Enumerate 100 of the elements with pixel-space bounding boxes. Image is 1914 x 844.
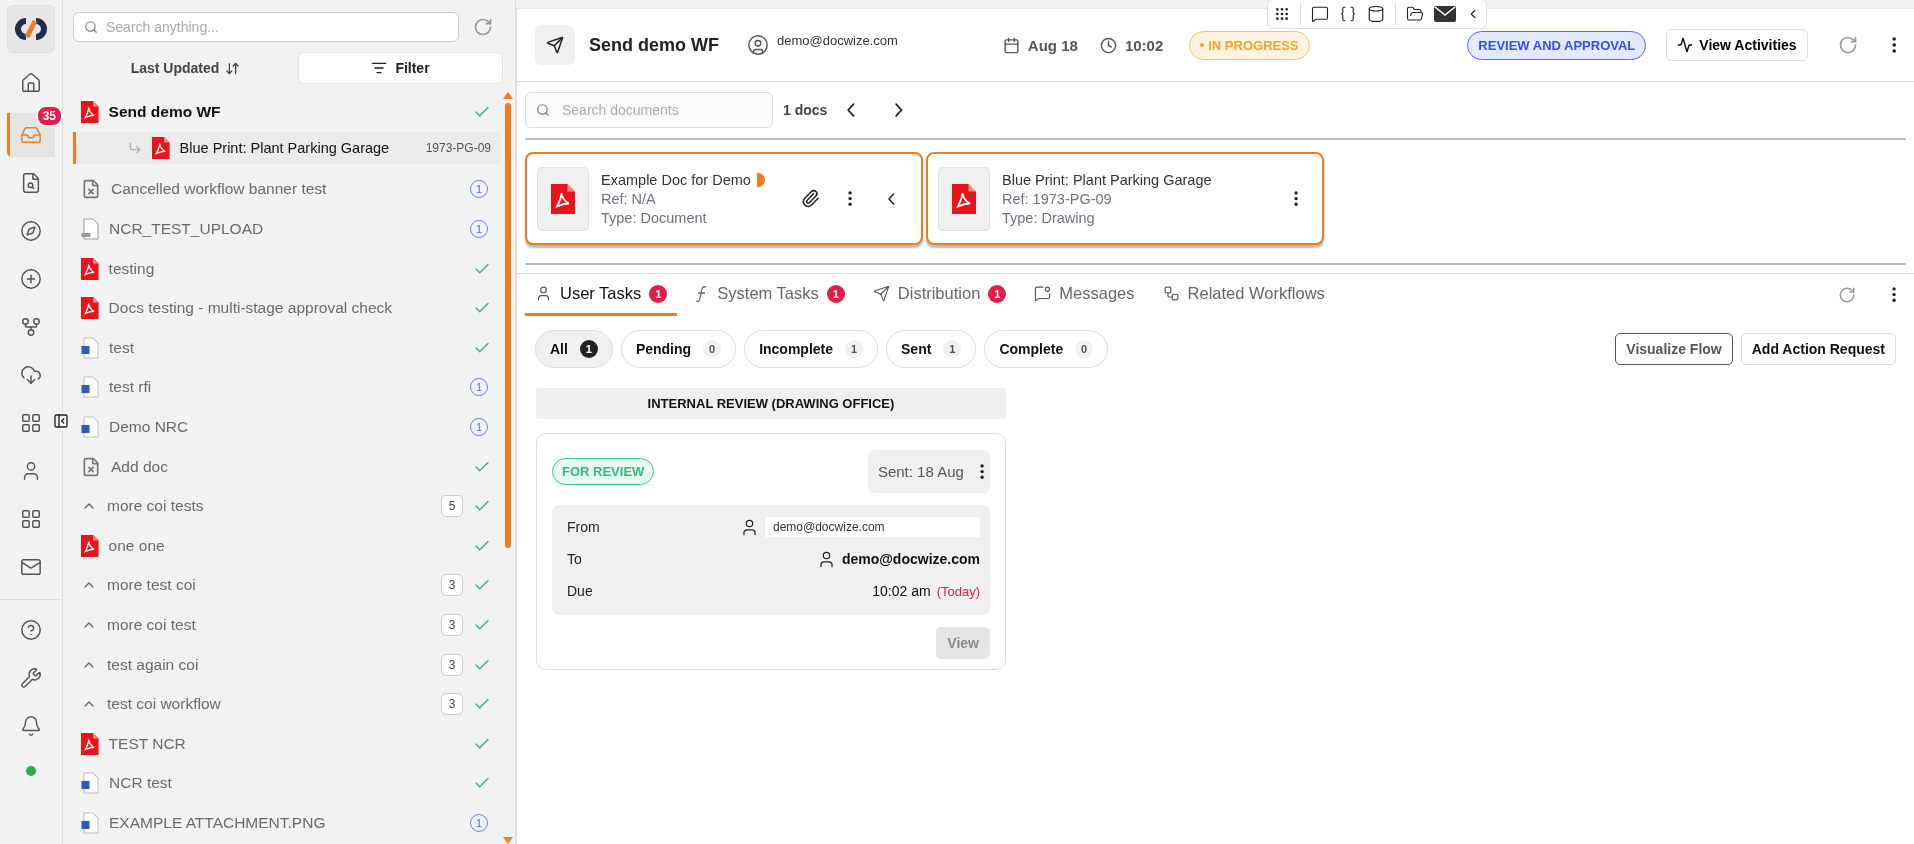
workflow-list-item[interactable]: Send demo WF — [73, 92, 501, 132]
mail-icon[interactable] — [1434, 5, 1456, 23]
nav-button[interactable]: 35 — [7, 105, 63, 157]
workflow-list-item[interactable]: EXAMPLE ATTACHMENT.PNG 1 — [73, 803, 501, 843]
sort-button[interactable]: Last Updated — [73, 59, 298, 77]
workflow-title: Demo NRC — [109, 417, 190, 436]
collapse-panel-button[interactable] — [53, 412, 69, 430]
workflow-list-item[interactable]: TEST NCR — [73, 723, 501, 764]
detail-label: From — [567, 519, 601, 535]
document-card[interactable]: Blue Print: Plant Parking Garage Ref: 1973-PG-09 Type: Drawing — [926, 152, 1324, 245]
notification-badge: 35 — [35, 105, 63, 127]
workflow-list-item[interactable]: one one — [73, 525, 501, 566]
workflow-list-item[interactable]: test again coi 3 — [73, 644, 501, 685]
view-activities-button[interactable]: View Activities — [1666, 29, 1808, 61]
more-icon — [1891, 287, 1896, 303]
app-logo[interactable] — [7, 5, 55, 53]
more-options-button[interactable] — [848, 190, 853, 207]
workflow-title: more coi tests — [107, 497, 205, 516]
pdf-file-icon — [81, 534, 99, 557]
tab[interactable]: System Tasks 1 — [685, 274, 855, 316]
count-badge: 5 — [441, 495, 463, 518]
grip-icon[interactable] — [1274, 6, 1290, 22]
workflow-title: EXAMPLE ATTACHMENT.PNG — [109, 813, 327, 832]
grid-icon — [20, 508, 42, 530]
document-card[interactable]: Example Doc for Demo Ref: N/A Type: Document — [525, 152, 923, 245]
user-email: demo@docwize.com — [777, 32, 898, 48]
workflow-list-item[interactable]: Add doc — [73, 446, 501, 487]
count-badge: 3 — [441, 574, 463, 597]
visualize-flow-button[interactable]: Visualize Flow — [1615, 333, 1733, 365]
document-type: Type: Document — [601, 209, 708, 226]
workflow-list-item[interactable]: more coi test 3 — [73, 605, 501, 645]
filter-chip[interactable]: All 1 — [535, 330, 613, 368]
workflow-list-item[interactable]: Docs testing - multi-stage approval check — [73, 288, 501, 328]
tab[interactable]: User Tasks 1 — [525, 274, 678, 316]
workflow-list-item[interactable]: NCR test — [73, 763, 501, 804]
search-field[interactable]: Search anything... — [73, 12, 459, 42]
word-file-icon — [81, 336, 99, 359]
cylinder-icon[interactable] — [1367, 5, 1385, 23]
stage-pill: REVIEW AND APPROVAL — [1467, 30, 1647, 60]
pdf-file-icon — [81, 732, 99, 755]
folder-icon[interactable] — [1406, 5, 1424, 23]
detail-label: To — [567, 551, 583, 567]
due-note: (Today) — [936, 583, 980, 599]
workflow-list-item[interactable]: test rfi 1 — [73, 367, 501, 408]
refresh-button[interactable] — [473, 17, 493, 37]
filter-chip[interactable]: Sent 1 — [886, 330, 977, 368]
tab[interactable]: Related Workflows — [1152, 274, 1335, 316]
sort-icon — [225, 60, 241, 76]
help-icon — [20, 619, 42, 641]
workflow-title: Add doc — [111, 457, 169, 476]
collapse-button[interactable] — [888, 192, 895, 205]
status-pill: FOR REVIEW — [552, 458, 655, 485]
person-icon — [740, 517, 759, 537]
previous-button[interactable] — [847, 103, 856, 117]
more-options-button[interactable] — [979, 463, 984, 480]
workflow-list-item[interactable]: more test coi 3 — [73, 565, 501, 606]
action-request-button[interactable]: Add Action Request — [1740, 333, 1896, 365]
filter-chip[interactable]: Incomplete 1 — [744, 330, 879, 368]
file-search-icon — [20, 172, 42, 194]
refresh-button[interactable] — [1837, 35, 1858, 55]
attachment-button[interactable] — [801, 189, 821, 208]
workflow-list-item[interactable]: Cancelled workflow banner test 1 — [73, 169, 501, 210]
document-search-field[interactable]: Search documents — [525, 92, 773, 128]
status-pill: IN PROGRESS — [1189, 30, 1310, 60]
braces-icon[interactable] — [1339, 5, 1357, 23]
workflow-list-item[interactable]: test — [73, 327, 501, 368]
more-icon — [848, 190, 853, 207]
message-icon — [1034, 285, 1052, 302]
filter-chip[interactable]: Complete 0 — [984, 330, 1109, 368]
workflow-list-item[interactable]: NCR_TEST_UPLOAD 1 — [73, 209, 501, 249]
filter-chip[interactable]: Pending 0 — [620, 330, 737, 368]
workflow-list-item[interactable]: Demo NRC 1 — [73, 407, 501, 447]
more-options-button[interactable] — [1891, 37, 1896, 53]
document-list-item[interactable]: Blue Print: Plant Parking Garage 1973-PG-09 — [73, 131, 501, 164]
more-options-button[interactable] — [1293, 190, 1298, 207]
chevron-left-icon — [888, 192, 895, 205]
workflow-list-item[interactable]: test coi workflow 3 — [73, 684, 501, 724]
comment-icon[interactable] — [1311, 5, 1329, 23]
due-time: 10:02 am — [872, 583, 931, 599]
refresh-button[interactable] — [1837, 286, 1856, 304]
count-badge: 3 — [441, 653, 463, 676]
bell-icon — [20, 715, 42, 737]
count-badge: 1 — [649, 284, 668, 303]
calendar-icon — [1002, 36, 1020, 54]
scrollbar-thumb[interactable] — [505, 103, 511, 548]
tab[interactable]: Distribution 1 — [862, 274, 1017, 316]
more-options-button[interactable] — [1891, 287, 1896, 303]
workflow-list-item[interactable]: testing — [73, 248, 501, 289]
workflow-title: test — [109, 338, 135, 357]
workflow-title: Docs testing - multi-stage approval check — [108, 299, 394, 318]
tab[interactable]: Messages — [1024, 274, 1145, 316]
grid-icon — [20, 412, 42, 434]
send-icon — [872, 285, 890, 302]
recipient-email: demo@docwize.com — [841, 551, 980, 567]
workflow-list-item[interactable]: more coi tests 5 — [73, 486, 501, 526]
word-file-icon — [81, 376, 99, 399]
filter-button[interactable]: Filter — [298, 52, 503, 84]
workflow-title: Cancelled workflow banner test — [111, 180, 328, 199]
next-button[interactable] — [895, 103, 903, 117]
workflow-title: Send demo WF — [108, 102, 222, 121]
